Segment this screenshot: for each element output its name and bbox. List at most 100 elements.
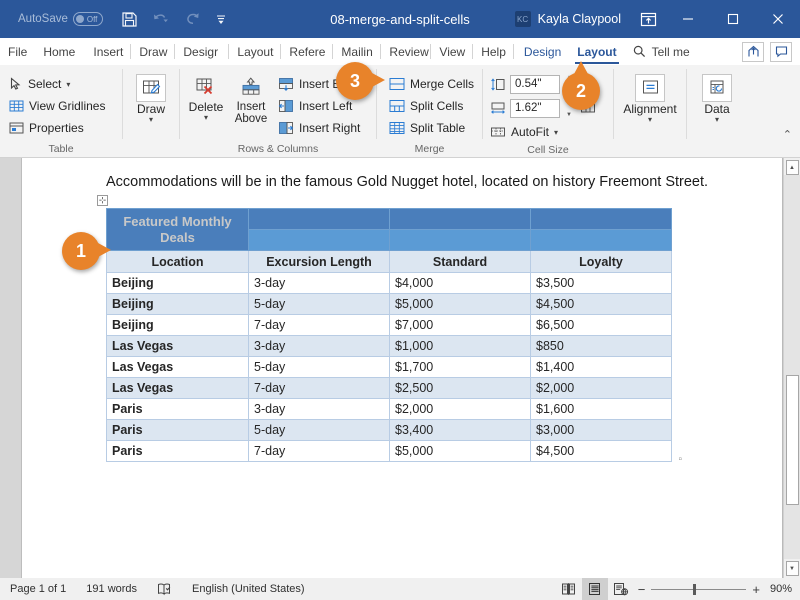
cell-length[interactable]: 5-day xyxy=(249,294,390,315)
table-move-handle-icon[interactable]: ⊹ xyxy=(97,195,108,206)
tab-table-design[interactable]: Design xyxy=(514,38,569,65)
tab-references[interactable]: Refere xyxy=(281,38,333,65)
split-cells-button[interactable]: Split Cells xyxy=(385,95,467,117)
header-blank-cell[interactable] xyxy=(249,209,390,230)
cell-length[interactable]: 3-day xyxy=(249,336,390,357)
customize-qat-icon[interactable] xyxy=(215,13,227,25)
web-layout-icon[interactable] xyxy=(608,578,634,600)
redo-icon[interactable] xyxy=(184,11,202,27)
zoom-out-button[interactable]: − xyxy=(638,583,646,596)
cell-standard[interactable]: $1,700 xyxy=(390,357,531,378)
zoom-control[interactable]: − + 90% xyxy=(634,583,800,596)
autosave-switch[interactable]: Off xyxy=(73,12,103,26)
table-row[interactable]: Paris 3-day $2,000 $1,600 xyxy=(107,399,672,420)
tell-me-search[interactable]: Tell me xyxy=(625,38,698,65)
cell-loyalty[interactable]: $850 xyxy=(531,336,672,357)
cell-loyalty[interactable]: $4,500 xyxy=(531,294,672,315)
cell-location[interactable]: Beijing xyxy=(107,273,249,294)
cell-standard[interactable]: $5,000 xyxy=(390,441,531,462)
document-page[interactable]: Accommodations will be in the famous Gol… xyxy=(22,158,783,578)
properties-button[interactable]: Properties xyxy=(5,117,88,139)
vertical-scrollbar[interactable]: ▲ ▼ xyxy=(783,158,800,578)
tab-design[interactable]: Desigr xyxy=(175,38,229,65)
table-row-title-top[interactable]: Featured Monthly Deals xyxy=(107,209,672,230)
comments-icon[interactable] xyxy=(770,42,792,62)
chevron-up-icon[interactable]: ⌃ xyxy=(783,128,792,141)
header-blank-cell[interactable] xyxy=(390,209,531,230)
tab-layout[interactable]: Layout xyxy=(229,38,281,65)
read-mode-icon[interactable] xyxy=(556,578,582,600)
cell-length[interactable]: 7-day xyxy=(249,315,390,336)
cell-length[interactable]: 3-day xyxy=(249,399,390,420)
column-header-loyalty[interactable]: Loyalty xyxy=(531,251,672,273)
zoom-slider[interactable] xyxy=(651,589,746,590)
scrollbar-track[interactable] xyxy=(784,175,800,559)
table-row[interactable]: Paris 5-day $3,400 $3,000 xyxy=(107,420,672,441)
cell-length[interactable]: 5-day xyxy=(249,357,390,378)
share-icon[interactable] xyxy=(742,42,764,62)
restore-button[interactable] xyxy=(710,0,755,38)
cell-location[interactable]: Beijing xyxy=(107,315,249,336)
column-header-location[interactable]: Location xyxy=(107,251,249,273)
cell-loyalty[interactable]: $6,500 xyxy=(531,315,672,336)
tab-view[interactable]: View xyxy=(431,38,473,65)
merge-cells-button[interactable]: Merge Cells xyxy=(385,73,478,95)
print-layout-icon[interactable] xyxy=(582,578,608,600)
cell-location[interactable]: Paris xyxy=(107,399,249,420)
cell-loyalty[interactable]: $2,000 xyxy=(531,378,672,399)
word-count[interactable]: 191 words xyxy=(76,583,147,595)
cell-location[interactable]: Beijing xyxy=(107,294,249,315)
view-gridlines-button[interactable]: View Gridlines xyxy=(5,95,109,117)
data-button[interactable]: Data ▾ xyxy=(694,71,740,124)
scrollbar-thumb[interactable] xyxy=(786,375,799,506)
cell-loyalty[interactable]: $1,600 xyxy=(531,399,672,420)
language-indicator[interactable]: English (United States) xyxy=(182,583,315,595)
insert-right-button[interactable]: Insert Right xyxy=(274,117,369,139)
delete-button[interactable]: Delete ▾ xyxy=(184,71,228,122)
cell-standard[interactable]: $7,000 xyxy=(390,315,531,336)
scroll-up-button[interactable]: ▲ xyxy=(786,160,799,175)
header-blank-cell[interactable] xyxy=(249,230,390,251)
cell-standard[interactable]: $2,000 xyxy=(390,399,531,420)
insert-above-button[interactable]: Insert Above xyxy=(230,71,272,125)
cell-length[interactable]: 5-day xyxy=(249,420,390,441)
table-row[interactable]: Las Vegas 3-day $1,000 $850 xyxy=(107,336,672,357)
cell-loyalty[interactable]: $3,500 xyxy=(531,273,672,294)
cell-loyalty[interactable]: $3,000 xyxy=(531,420,672,441)
zoom-in-button[interactable]: + xyxy=(752,583,760,596)
header-blank-cell[interactable] xyxy=(531,209,672,230)
table-row[interactable]: Las Vegas 5-day $1,700 $1,400 xyxy=(107,357,672,378)
table-resize-handle-icon[interactable]: ▫ xyxy=(678,455,682,465)
draw-table-button[interactable]: Draw ▾ xyxy=(128,71,174,124)
row-height-input[interactable]: 0.54" xyxy=(510,75,560,94)
header-blank-cell[interactable] xyxy=(531,230,672,251)
ribbon-display-options-icon[interactable] xyxy=(631,0,665,38)
cell-standard[interactable]: $2,500 xyxy=(390,378,531,399)
proofing-errors-icon[interactable] xyxy=(147,582,182,596)
table-row[interactable]: Las Vegas 7-day $2,500 $2,000 xyxy=(107,378,672,399)
undo-icon[interactable] xyxy=(151,11,171,27)
autofit-button[interactable]: AutoFit ▾ xyxy=(490,121,562,143)
cell-standard[interactable]: $4,000 xyxy=(390,273,531,294)
cell-length[interactable]: 3-day xyxy=(249,273,390,294)
zoom-slider-handle[interactable] xyxy=(693,584,696,595)
account-button[interactable]: KC Kayla Claypool xyxy=(507,0,631,38)
cell-standard[interactable]: $5,000 xyxy=(390,294,531,315)
tab-review[interactable]: Review xyxy=(381,38,431,65)
cell-location[interactable]: Las Vegas xyxy=(107,336,249,357)
tab-insert[interactable]: Insert xyxy=(83,38,131,65)
cell-standard[interactable]: $3,400 xyxy=(390,420,531,441)
zoom-level[interactable]: 90% xyxy=(770,583,792,595)
cell-location[interactable]: Paris xyxy=(107,420,249,441)
cell-location[interactable]: Las Vegas xyxy=(107,357,249,378)
deals-table[interactable]: Featured Monthly Deals Location Excursio… xyxy=(106,208,672,462)
column-header-standard[interactable]: Standard xyxy=(390,251,531,273)
table-row[interactable]: Beijing 7-day $7,000 $6,500 xyxy=(107,315,672,336)
cell-loyalty[interactable]: $4,500 xyxy=(531,441,672,462)
autosave-toggle[interactable]: AutoSave Off xyxy=(18,12,103,26)
tab-help[interactable]: Help xyxy=(473,38,514,65)
tab-mailings[interactable]: Mailin xyxy=(333,38,381,65)
tab-home[interactable]: Home xyxy=(35,38,83,65)
cell-location[interactable]: Paris xyxy=(107,441,249,462)
column-width-input[interactable]: 1.62" xyxy=(510,99,560,118)
